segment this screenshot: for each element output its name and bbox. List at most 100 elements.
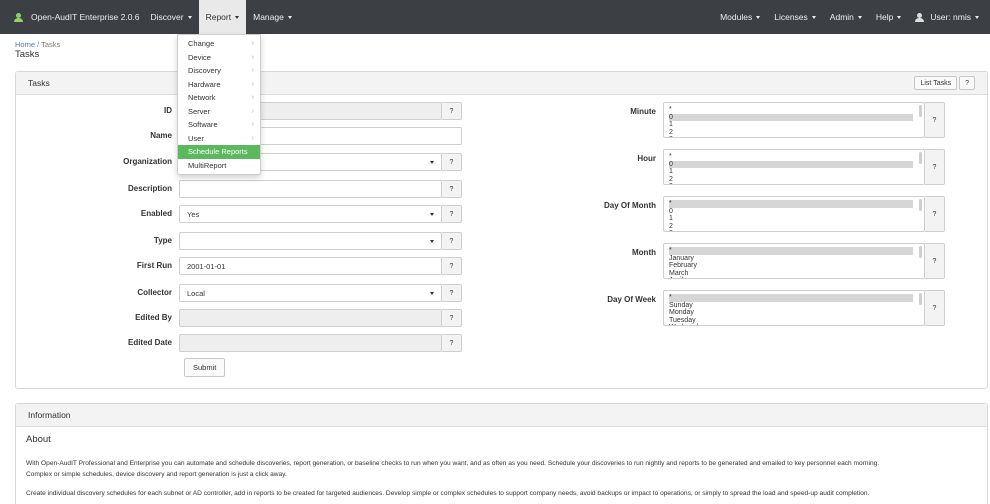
edited-date-label: Edited Date <box>127 338 172 347</box>
breadcrumb-home[interactable]: Home <box>15 40 35 49</box>
nav-user[interactable]: User: nmis <box>908 0 986 34</box>
nav-licenses[interactable]: Licenses <box>767 0 823 34</box>
option[interactable]: 3 <box>669 136 919 137</box>
option[interactable]: Tuesday <box>669 317 919 325</box>
option[interactable]: 0 <box>669 208 919 216</box>
report-menu-item-change[interactable]: Change › <box>178 37 260 51</box>
caret-down-icon <box>287 15 292 19</box>
month-help-button[interactable]: ? <box>925 243 945 279</box>
help-button[interactable]: ? <box>959 76 975 90</box>
day-of-month-multiselect[interactable]: *0123 <box>663 196 925 232</box>
description-help-button[interactable]: ? <box>442 180 462 198</box>
nav-report[interactable]: Report <box>198 0 247 34</box>
option[interactable]: 1 <box>669 215 919 223</box>
report-menu-item-device[interactable]: Device › <box>178 51 260 65</box>
chevron-right-icon: › <box>251 107 254 115</box>
description-label: Description <box>127 184 172 193</box>
list-tasks-button[interactable]: List Tasks <box>914 76 958 90</box>
report-menu-item-user[interactable]: User › <box>178 132 260 146</box>
option[interactable]: Wednesday <box>669 324 919 325</box>
option[interactable]: 0 <box>669 160 913 168</box>
option[interactable]: * <box>669 200 913 208</box>
option[interactable]: * <box>669 153 919 161</box>
type-select[interactable] <box>179 232 442 250</box>
enabled-help-button[interactable]: ? <box>442 205 462 223</box>
report-menu-item-multireport[interactable]: MultiReport <box>178 159 260 173</box>
collector-select[interactable]: Local <box>179 284 442 302</box>
option[interactable]: Sunday <box>669 302 919 310</box>
option[interactable]: 2 <box>669 176 919 184</box>
hour-help-button[interactable]: ? <box>925 149 945 185</box>
brand-name: Open-AudIT Enterprise 2.0.6 <box>31 12 140 22</box>
scrollbar[interactable] <box>919 105 922 117</box>
description-input[interactable] <box>179 180 442 198</box>
menu-item-label: Software <box>188 120 218 130</box>
option[interactable]: Monday <box>669 309 919 317</box>
first-run-input[interactable]: 2001-01-01 <box>179 257 442 275</box>
caret-down-icon <box>897 15 902 19</box>
hour-multiselect[interactable]: *0123 <box>663 149 925 185</box>
tasks-panel-buttons: List Tasks ? <box>914 76 975 90</box>
option[interactable]: February <box>669 262 919 270</box>
nav-admin[interactable]: Admin <box>823 0 869 34</box>
caret-down-icon <box>235 15 240 19</box>
nav-help[interactable]: Help <box>869 0 908 34</box>
report-menu-item-discovery[interactable]: Discovery › <box>178 64 260 78</box>
option[interactable]: * <box>669 294 913 302</box>
enabled-select[interactable]: Yes <box>179 205 442 223</box>
menu-item-label: MultiReport <box>188 160 227 170</box>
option[interactable]: 1 <box>669 121 919 129</box>
option[interactable]: 2 <box>669 129 919 137</box>
report-menu-item-hardware[interactable]: Hardware › <box>178 78 260 92</box>
nav-modules[interactable]: Modules <box>713 0 767 34</box>
nav-manage[interactable]: Manage <box>246 0 299 34</box>
edited-date-help-button[interactable]: ? <box>442 334 462 352</box>
first-run-help-button[interactable]: ? <box>442 257 462 275</box>
scrollbar[interactable] <box>919 246 922 258</box>
month-multiselect[interactable]: *JanuaryFebruaryMarchApril <box>663 243 925 279</box>
enabled-label: Enabled <box>140 209 172 218</box>
option[interactable]: * <box>669 106 919 114</box>
id-help-button[interactable]: ? <box>442 102 462 120</box>
report-menu-item-server[interactable]: Server › <box>178 105 260 119</box>
option[interactable]: * <box>669 247 913 255</box>
edited-by-help-button[interactable]: ? <box>442 309 462 327</box>
about-title: About <box>26 434 51 445</box>
day-of-week-help-button[interactable]: ? <box>925 290 945 326</box>
type-help-button[interactable]: ? <box>442 232 462 250</box>
option[interactable]: April <box>669 277 919 278</box>
collector-label: Collector <box>137 288 172 297</box>
menu-item-label: Discovery <box>188 66 221 76</box>
option[interactable]: 3 <box>669 183 919 184</box>
brand[interactable]: Open-AudIT Enterprise 2.0.6 <box>0 0 140 34</box>
edited-date-input <box>179 334 442 352</box>
report-menu-item-software[interactable]: Software › <box>178 118 260 132</box>
menu-item-label: Network <box>188 93 216 103</box>
option[interactable]: March <box>669 270 919 278</box>
option[interactable]: 0 <box>669 113 913 121</box>
organization-help-button[interactable]: ? <box>442 153 462 171</box>
option[interactable]: 3 <box>669 230 919 231</box>
scrollbar[interactable] <box>919 199 922 211</box>
edited-by-label: Edited By <box>135 313 172 322</box>
minute-multiselect[interactable]: *0123 <box>663 102 925 138</box>
name-label: Name <box>150 131 172 140</box>
collector-help-button[interactable]: ? <box>442 284 462 302</box>
option[interactable]: 1 <box>669 168 919 176</box>
scrollbar[interactable] <box>919 293 922 305</box>
information-panel-heading: Information <box>16 404 987 427</box>
day-of-week-multiselect[interactable]: *SundayMondayTuesdayWednesday <box>663 290 925 326</box>
nav-right: Modules Licenses Admin Help User: nmis <box>713 0 990 34</box>
report-menu-item-schedule-reports[interactable]: Schedule Reports <box>178 145 260 159</box>
scrollbar[interactable] <box>919 152 922 164</box>
nav-modules-label: Modules <box>720 12 753 22</box>
minute-help-button[interactable]: ? <box>925 102 945 138</box>
report-menu-item-network[interactable]: Network › <box>178 91 260 105</box>
option[interactable]: January <box>669 255 919 263</box>
minute-label: Minute <box>630 107 656 116</box>
option[interactable]: 2 <box>669 223 919 231</box>
nav-discover[interactable]: Discover <box>144 0 199 34</box>
submit-button[interactable]: Submit <box>184 358 226 377</box>
day-of-month-help-button[interactable]: ? <box>925 196 945 232</box>
first-run-value: 2001-01-01 <box>187 261 226 271</box>
